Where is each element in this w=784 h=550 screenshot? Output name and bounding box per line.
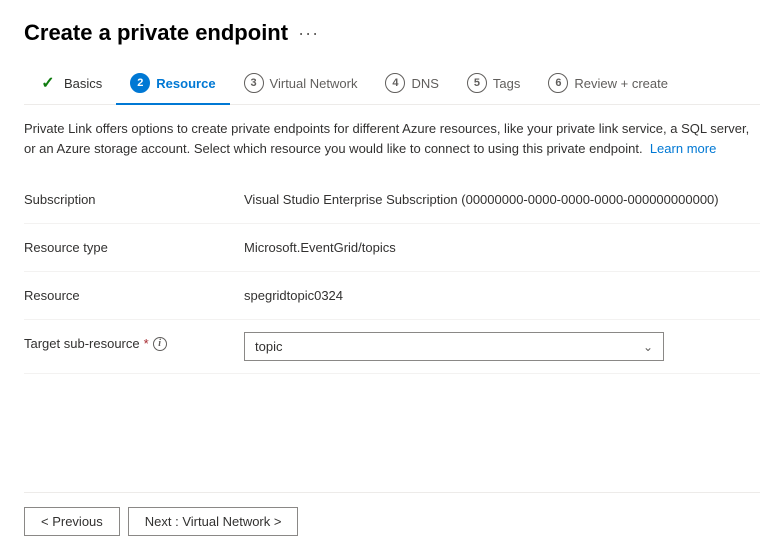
wizard-step-dns[interactable]: 4 DNS <box>371 65 452 105</box>
dropdown-value: topic <box>255 339 282 354</box>
wizard-step-review-create[interactable]: 6 Review + create <box>534 65 682 105</box>
resource-value: spegridtopic0324 <box>244 284 760 303</box>
step-circle-tags: 5 <box>467 73 487 93</box>
wizard-step-basics[interactable]: ✓ Basics <box>24 65 116 105</box>
target-sub-resource-dropdown-container: topic ⌄ <box>244 332 664 361</box>
step-label-review-create: Review + create <box>574 76 668 91</box>
subscription-row: Subscription Visual Studio Enterprise Su… <box>24 176 760 224</box>
subscription-label: Subscription <box>24 188 244 207</box>
learn-more-link[interactable]: Learn more <box>650 141 716 156</box>
subscription-value: Visual Studio Enterprise Subscription (0… <box>244 188 760 207</box>
ellipsis-menu-icon[interactable]: ··· <box>298 23 319 44</box>
previous-button[interactable]: < Previous <box>24 507 120 536</box>
target-sub-resource-dropdown[interactable]: topic ⌄ <box>244 332 664 361</box>
step-label-virtual-network: Virtual Network <box>270 76 358 91</box>
step-check-basics: ✓ <box>38 73 58 93</box>
page-title: Create a private endpoint <box>24 20 288 46</box>
step-circle-resource: 2 <box>130 73 150 93</box>
step-circle-review-create: 6 <box>548 73 568 93</box>
target-sub-resource-label: Target sub-resource * i <box>24 332 244 351</box>
target-sub-resource-row: Target sub-resource * i topic ⌄ <box>24 320 760 374</box>
bottom-nav: < Previous Next : Virtual Network > <box>24 492 760 550</box>
chevron-down-icon: ⌄ <box>643 340 653 354</box>
step-circle-virtual-network: 3 <box>244 73 264 93</box>
step-label-dns: DNS <box>411 76 438 91</box>
info-text: Private Link offers options to create pr… <box>24 119 760 158</box>
step-label-resource: Resource <box>156 76 215 91</box>
next-button[interactable]: Next : Virtual Network > <box>128 507 299 536</box>
wizard-step-resource[interactable]: 2 Resource <box>116 65 229 105</box>
required-indicator: * <box>144 336 149 351</box>
resource-type-row: Resource type Microsoft.EventGrid/topics <box>24 224 760 272</box>
target-sub-resource-info-icon[interactable]: i <box>153 337 167 351</box>
resource-type-value: Microsoft.EventGrid/topics <box>244 236 760 255</box>
resource-row: Resource spegridtopic0324 <box>24 272 760 320</box>
wizard-step-tags[interactable]: 5 Tags <box>453 65 534 105</box>
step-label-basics: Basics <box>64 76 102 91</box>
resource-type-label: Resource type <box>24 236 244 255</box>
resource-label: Resource <box>24 284 244 303</box>
step-circle-dns: 4 <box>385 73 405 93</box>
step-label-tags: Tags <box>493 76 520 91</box>
resource-form: Subscription Visual Studio Enterprise Su… <box>24 176 760 374</box>
wizard-step-virtual-network[interactable]: 3 Virtual Network <box>230 65 372 105</box>
wizard-nav: ✓ Basics 2 Resource 3 Virtual Network 4 … <box>24 64 760 105</box>
